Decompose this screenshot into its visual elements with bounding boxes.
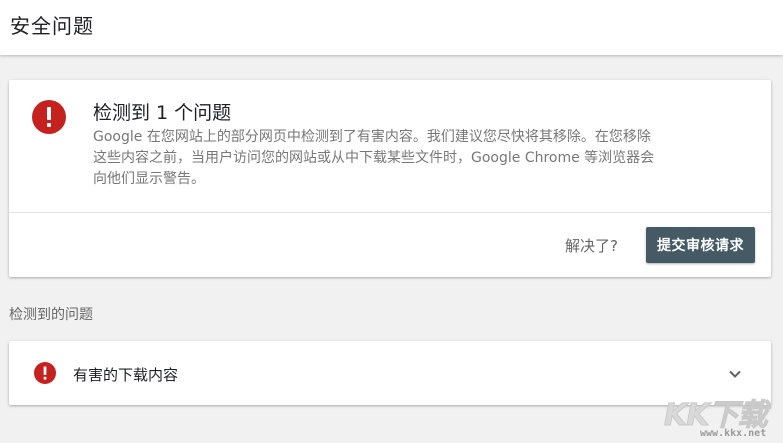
page-title: 安全问题 [10,14,94,38]
chevron-down-icon[interactable] [726,365,744,383]
issue-description: Google 在您网站上的部分网页中检测到了有害内容。我们建议您尽快将其移除。在… [93,129,655,187]
issue-list-item[interactable]: 有害的下载内容 [9,341,771,405]
watermark-url: www.kkx.net [700,428,767,439]
issue-summary-card: 检测到 1 个问题 Google 在您网站上的部分网页中检测到了有害内容。我们建… [9,80,771,277]
resolved-question: 解决了? [565,237,618,255]
issue-type-label: 有害的下载内容 [73,366,179,384]
request-review-button[interactable]: 提交审核请求 [646,227,755,263]
site-watermark: KK下载 www.kkx.net [660,390,780,442]
top-app-bar: 安全问题 [0,0,783,55]
card-divider [9,212,771,213]
issue-count-heading: 检测到 1 个问题 [93,102,232,124]
error-icon [32,100,66,134]
error-icon [34,362,56,384]
section-label-detected-issues: 检测到的问题 [9,307,93,323]
